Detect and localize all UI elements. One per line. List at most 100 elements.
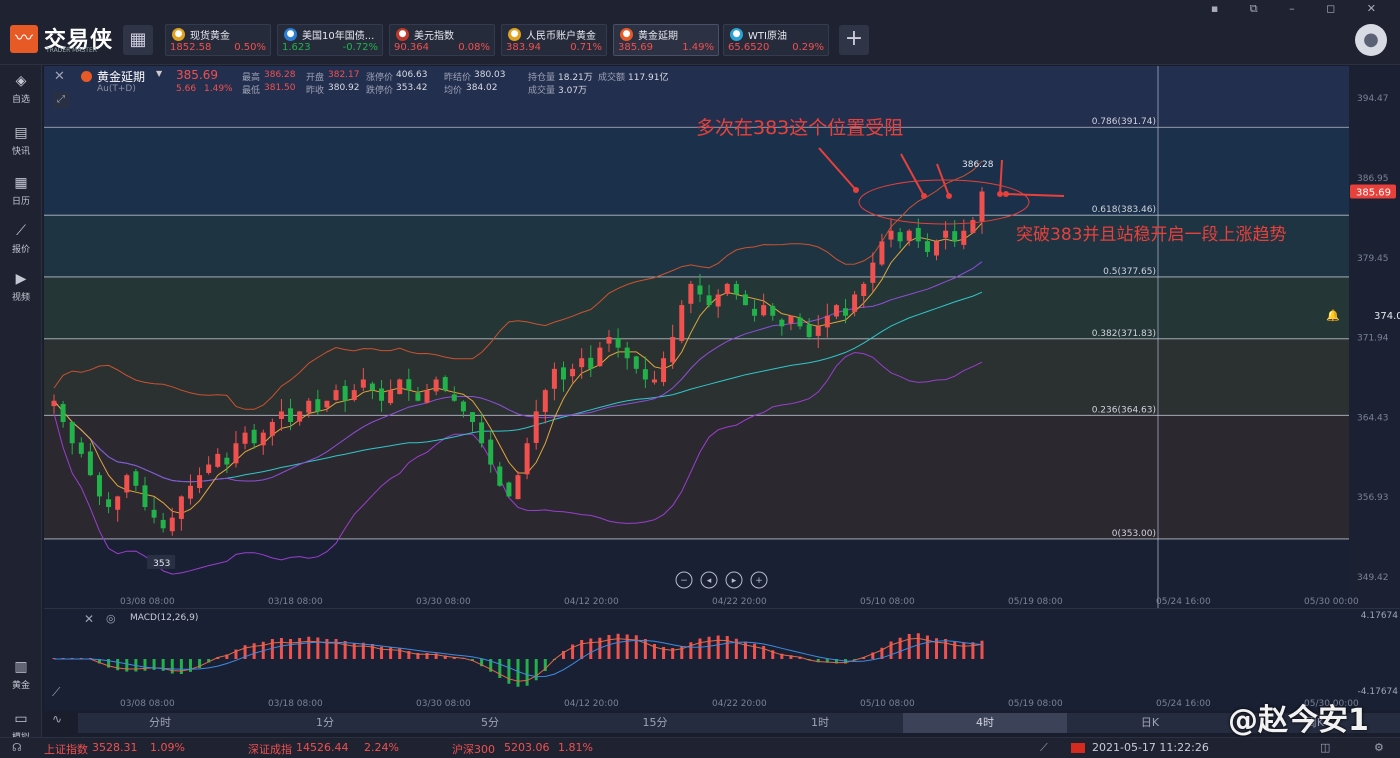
ticker-change: 0.71%: [570, 42, 602, 53]
candle: [706, 295, 712, 306]
layout-grid-button[interactable]: ▦: [123, 25, 153, 55]
index-value: 3528.31: [92, 741, 138, 754]
timeframe-tab[interactable]: 1分: [243, 713, 407, 733]
ticker-change: 1.49%: [682, 42, 714, 53]
macd-panel[interactable]: 03/08 08:00 03/18 08:00 03/30 08:00 04/12 2…: [44, 608, 1400, 711]
macd-bar: [716, 635, 720, 659]
index-name[interactable]: 上证指数: [44, 741, 88, 757]
candle: [879, 241, 885, 265]
candle: [278, 411, 284, 419]
datetime: 2021-05-17 11:22:26: [1092, 741, 1209, 754]
macd-time-tick: 04/22 20:00: [712, 699, 767, 709]
macd-bar: [525, 659, 529, 686]
macd-bar: [625, 634, 629, 659]
quote-icon: ⟋: [16, 223, 26, 239]
candle: [151, 509, 157, 518]
stat-label: 开盘: [306, 73, 325, 83]
app-logo-icon[interactable]: 〰: [10, 25, 38, 53]
ticker-tab[interactable]: ● WTI原油 65.6520 0.29%: [723, 24, 829, 56]
macd-bar: [516, 659, 520, 687]
stat-label: 跌停价: [366, 86, 394, 96]
stat-label: 昨收: [306, 86, 325, 96]
candle: [779, 319, 785, 327]
timeframe-tab[interactable]: 4时: [903, 713, 1067, 733]
candle: [560, 367, 566, 380]
news-icon: ▤: [14, 125, 28, 141]
alert-price-label: 374.06: [1374, 311, 1400, 322]
time-tick: 03/08 08:00: [120, 597, 175, 607]
high-marker-label: 386.28: [962, 160, 994, 170]
price-chart[interactable]: ✕ ⤢ 黄金延期 ▼ Au(T+D) 385.69 5.66 1.49% 最高 3…: [44, 66, 1400, 608]
screenshot-icon[interactable]: ◫: [1320, 741, 1330, 754]
sidebar-item-1[interactable]: ▤ 快讯: [0, 125, 42, 157]
candle: [342, 385, 348, 401]
candle: [979, 191, 985, 222]
scroll-right-icon-glyph: ▸: [732, 576, 737, 586]
symbol-dropdown-icon[interactable]: ▼: [156, 69, 162, 78]
ticker-change: 0.29%: [792, 42, 824, 53]
settings-icon[interactable]: ⚙: [1374, 741, 1384, 754]
macd-draw-icon[interactable]: ⟋: [52, 685, 60, 700]
ticker-change: -0.72%: [342, 42, 378, 53]
macd-bar: [307, 636, 311, 659]
close-chart-icon[interactable]: ✕: [54, 69, 65, 84]
macd-bar: [643, 639, 647, 659]
headset-icon[interactable]: ☊: [12, 741, 22, 754]
symbol-change-pct: 1.49%: [204, 84, 233, 94]
timeframe-tab[interactable]: 5分: [408, 713, 572, 733]
user-avatar[interactable]: ●: [1355, 24, 1387, 56]
candle: [633, 356, 639, 369]
sidebar-item-0[interactable]: ◈ 自选: [0, 73, 42, 105]
index-name[interactable]: 深证成指: [248, 741, 292, 757]
ticker-tab[interactable]: ● 美元指数 90.364 0.08%: [389, 24, 495, 56]
arrow-head: [997, 191, 1003, 197]
ticker-tab[interactable]: ● 人民币账户黄金 383.94 0.71%: [501, 24, 607, 56]
timeframe-tab[interactable]: 15分: [573, 713, 737, 733]
timeframe-tab[interactable]: 分时: [78, 713, 242, 733]
index-change: 2.24%: [364, 741, 399, 754]
candle: [288, 408, 294, 423]
stat-label: 成交额: [598, 73, 626, 83]
fib-zone: [44, 415, 1349, 539]
macd-settings-icon[interactable]: ◎: [106, 612, 116, 625]
ticker-tab[interactable]: ● 美国10年国债... 1.623 -0.72%: [277, 24, 383, 56]
macd-bar: [298, 638, 302, 659]
brush-icon[interactable]: ⟋: [1040, 741, 1048, 755]
close-macd-icon[interactable]: ✕: [84, 612, 94, 626]
macd-bar: [343, 641, 347, 659]
sub-indicator-icon[interactable]: ∿: [52, 712, 62, 726]
candle: [169, 517, 175, 532]
time-tick: 05/30 00:00: [1304, 597, 1359, 607]
candle: [360, 379, 366, 388]
macd-time-tick: 03/18 08:00: [268, 699, 323, 709]
add-ticker-button[interactable]: +: [839, 25, 869, 55]
candle: [87, 451, 93, 476]
candle: [424, 390, 430, 403]
ticker-price: 385.69: [618, 42, 653, 53]
timeframe-bar: 分时 1分 5分 15分 1时 4时 日K 周K: [78, 713, 1400, 733]
symbol-header: ✕ ⤢ 黄金延期 ▼ Au(T+D) 385.69 5.66 1.49% 最高 3…: [44, 66, 744, 108]
macd-bar: [707, 636, 711, 659]
bookmark-icon: ◈: [15, 73, 27, 89]
sidebar-item-3[interactable]: ⟋ 报价: [0, 223, 42, 255]
symbol-change: 5.66: [176, 84, 197, 94]
stat-value: 382.17: [328, 70, 360, 80]
draw-tool-icon[interactable]: ⤢: [53, 92, 69, 108]
index-name[interactable]: 沪深300: [452, 741, 495, 757]
sidebar-item-5[interactable]: ▥ 黄金: [0, 659, 42, 691]
candle: [688, 283, 694, 304]
timeframe-tab[interactable]: 1时: [738, 713, 902, 733]
window-controls[interactable]: ▪ ⧉ – ◻ ✕: [1211, 2, 1390, 16]
candlestick-plot[interactable]: 0.786(391.74) 0.618(383.46) 0.5(377.65) 0.3…: [44, 66, 1400, 608]
sidebar-item-4[interactable]: ▶ 视频: [0, 271, 42, 303]
macd-bar: [916, 633, 920, 659]
symbol-name[interactable]: 黄金延期: [97, 68, 145, 85]
candle: [515, 475, 521, 500]
arrow-head: [853, 187, 859, 193]
candle: [251, 429, 257, 444]
ticker-tab[interactable]: ● 黄金延期 385.69 1.49%: [613, 24, 719, 56]
timeframe-tab[interactable]: 日K: [1068, 713, 1232, 733]
sidebar-item-2[interactable]: ▦ 日历: [0, 175, 42, 207]
price-alert-bell-icon[interactable]: 🔔: [1326, 309, 1340, 322]
ticker-tab[interactable]: ● 现货黄金 1852.58 0.50%: [165, 24, 271, 56]
